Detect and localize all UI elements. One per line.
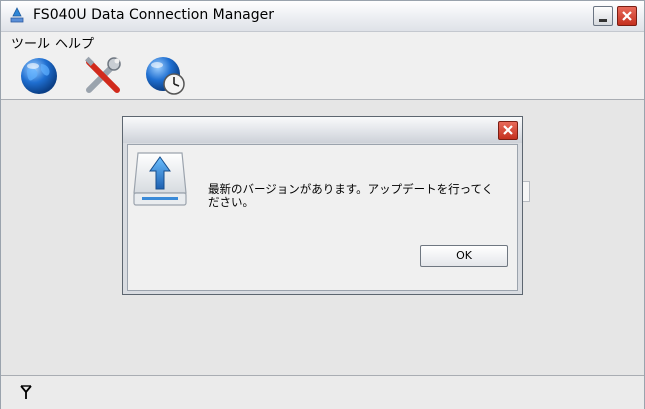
window-title: FS040U Data Connection Manager	[33, 7, 275, 23]
close-icon	[622, 11, 632, 21]
signal-antenna-icon	[20, 385, 32, 399]
dialog-title-bar[interactable]	[123, 117, 522, 143]
menu-bar: ツール ヘルプ	[1, 32, 644, 52]
update-dialog: 最新のバージョンがあります。アップデートを行ってく ださい。 OK	[122, 116, 523, 295]
background-control	[522, 181, 530, 202]
minimize-icon	[599, 19, 607, 22]
globe-clock-icon[interactable]	[143, 54, 187, 98]
tools-icon[interactable]	[81, 54, 125, 98]
dialog-close-button[interactable]	[498, 121, 518, 140]
dialog-body: 最新のバージョンがあります。アップデートを行ってく ださい。 OK	[127, 144, 518, 291]
status-bar	[1, 375, 644, 409]
app-window: FS040U Data Connection Manager ツール ヘルプ 最…	[0, 0, 645, 409]
menu-tools[interactable]: ツール	[9, 33, 52, 52]
globe-icon[interactable]	[17, 54, 61, 98]
menu-help[interactable]: ヘルプ	[53, 33, 96, 52]
close-button[interactable]	[617, 6, 637, 26]
toolbar	[1, 51, 644, 100]
ok-button[interactable]: OK	[420, 245, 508, 267]
minimize-button[interactable]	[593, 6, 613, 26]
upload-drive-icon	[133, 152, 187, 206]
close-icon	[503, 125, 513, 135]
app-icon	[10, 7, 24, 23]
dialog-message: 最新のバージョンがあります。アップデートを行ってく ださい。	[208, 183, 498, 209]
dialog-message-line-2: ださい。	[208, 195, 254, 209]
title-bar[interactable]: FS040U Data Connection Manager	[1, 1, 644, 32]
